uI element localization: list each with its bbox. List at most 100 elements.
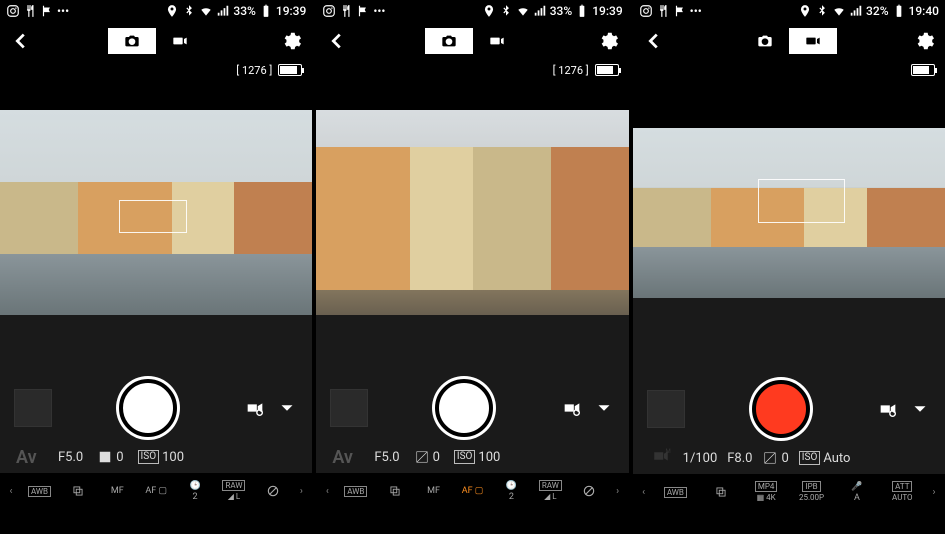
phone-screen-1: ••• 33% 19:39 [ 1276 ]	[0, 0, 312, 534]
wifi-icon	[199, 4, 213, 18]
white-balance-setting[interactable]: AWB	[655, 487, 696, 498]
bluetooth-icon	[815, 4, 829, 18]
circle-slash-setting[interactable]	[572, 484, 607, 498]
send-to-icon[interactable]	[561, 397, 583, 419]
chevron-right-icon[interactable]: ›	[294, 486, 308, 497]
back-button[interactable]	[324, 28, 350, 54]
image-quality-setting[interactable]: RAW◢ L	[217, 480, 252, 502]
settings-button[interactable]	[278, 28, 304, 54]
dropdown-triangle-icon[interactable]	[593, 397, 615, 419]
mode-toggle	[425, 28, 521, 54]
exposure-comp: 0	[762, 451, 788, 466]
last-photo-thumbnail[interactable]	[330, 389, 368, 427]
cutlery-icon	[339, 4, 353, 18]
svg-text:M: M	[665, 448, 670, 455]
iso-value: ISO 100	[138, 450, 184, 465]
af-focus-box[interactable]	[758, 179, 845, 223]
shutter-row	[316, 375, 628, 441]
image-quality-setting[interactable]: RAW◢ L	[533, 480, 568, 502]
white-balance-setting[interactable]: AWB	[338, 486, 373, 497]
record-button[interactable]	[752, 380, 810, 438]
video-format-setting[interactable]: MP4▦ 4K	[745, 481, 786, 503]
camera-battery-icon	[595, 64, 619, 76]
android-status-bar: ••• 33% 19:39	[316, 0, 628, 22]
attenuator-setting[interactable]: ATTAUTO	[882, 481, 923, 503]
cutlery-icon	[23, 4, 37, 18]
battery-icon	[259, 4, 273, 18]
spacer	[316, 315, 628, 375]
wifi-icon	[516, 4, 530, 18]
timer-icon: 🕒	[189, 481, 200, 491]
instagram-icon	[6, 4, 20, 18]
camera-battery-icon	[278, 64, 302, 76]
chevron-left-icon[interactable]: ‹	[637, 487, 651, 498]
iso-value: ISO 100	[454, 450, 500, 465]
last-photo-thumbnail[interactable]	[14, 389, 52, 427]
battery-icon	[575, 4, 589, 18]
picture-style-setting[interactable]	[377, 484, 412, 498]
af-method-setting[interactable]: AF ▢	[455, 486, 490, 496]
back-button[interactable]	[8, 28, 34, 54]
android-status-bar: ••• 32% 19:40	[633, 0, 945, 22]
circle-slash-setting[interactable]	[255, 484, 290, 498]
video-manual-mode-icon: M	[649, 447, 673, 469]
settings-button[interactable]	[911, 28, 937, 54]
focus-mode-setting[interactable]: MF	[416, 486, 451, 496]
picture-style-setting[interactable]	[61, 484, 96, 498]
shutter-button[interactable]	[119, 379, 177, 437]
instagram-icon	[322, 4, 336, 18]
shutter-button[interactable]	[435, 379, 493, 437]
circle-slash-icon	[580, 484, 598, 498]
back-button[interactable]	[641, 28, 667, 54]
exposure-info-row[interactable]: M 1/100 F8.0 0 ISO Auto	[633, 442, 945, 474]
chevron-left-icon[interactable]: ‹	[4, 486, 18, 497]
video-compression-setting[interactable]: IPB25.00P	[791, 481, 832, 503]
bluetooth-icon	[182, 4, 196, 18]
signal-icon	[216, 4, 230, 18]
exposure-info-row[interactable]: Av F5.0 0 ISO 100	[316, 441, 628, 473]
chevron-right-icon[interactable]: ›	[611, 486, 625, 497]
send-to-icon[interactable]	[244, 397, 266, 419]
viewfinder[interactable]	[0, 110, 312, 315]
status-time: 19:40	[909, 4, 939, 18]
photo-mode-button[interactable]	[741, 28, 789, 54]
exposure-info-row[interactable]: Av F5.0 0 ISO 100	[0, 441, 312, 473]
shutter-row	[0, 375, 312, 441]
timer-icon: 🕒	[506, 481, 517, 491]
dropdown-triangle-icon[interactable]	[909, 398, 931, 420]
status-battery-pct: 33%	[550, 4, 572, 18]
exposure-mode: Av	[16, 447, 44, 468]
flag-icon	[356, 4, 370, 18]
viewfinder[interactable]	[633, 128, 945, 298]
viewfinder[interactable]	[316, 110, 628, 315]
self-timer-setting[interactable]: 🕒2	[178, 481, 213, 502]
signal-icon	[533, 4, 547, 18]
focus-mode-setting[interactable]: MF	[100, 486, 135, 496]
mode-toggle	[108, 28, 204, 54]
picture-style-setting[interactable]	[700, 485, 741, 499]
audio-setting[interactable]: 🎤A	[836, 482, 877, 503]
chevron-left-icon[interactable]: ‹	[320, 486, 334, 497]
photo-mode-button[interactable]	[108, 28, 156, 54]
af-method-setting[interactable]: AF ▢	[139, 486, 174, 496]
settings-button[interactable]	[595, 28, 621, 54]
white-balance-setting[interactable]: AWB	[22, 486, 57, 497]
video-mode-button[interactable]	[473, 28, 521, 54]
camera-battery-icon	[911, 64, 935, 76]
chevron-right-icon[interactable]: ›	[927, 487, 941, 498]
cutlery-icon	[656, 4, 670, 18]
android-status-bar: ••• 33% 19:39	[0, 0, 312, 22]
circle-slash-icon	[264, 484, 282, 498]
send-to-icon[interactable]	[877, 398, 899, 420]
aperture-value: F5.0	[374, 450, 399, 465]
last-photo-thumbnail[interactable]	[647, 390, 685, 428]
flag-icon	[673, 4, 687, 18]
video-mode-button[interactable]	[156, 28, 204, 54]
af-focus-box[interactable]	[119, 200, 188, 233]
photo-mode-button[interactable]	[425, 28, 473, 54]
app-top-bar	[633, 22, 945, 60]
phone-screen-3: ••• 32% 19:40	[633, 0, 945, 534]
dropdown-triangle-icon[interactable]	[276, 397, 298, 419]
video-mode-button[interactable]	[789, 28, 837, 54]
self-timer-setting[interactable]: 🕒2	[494, 481, 529, 502]
